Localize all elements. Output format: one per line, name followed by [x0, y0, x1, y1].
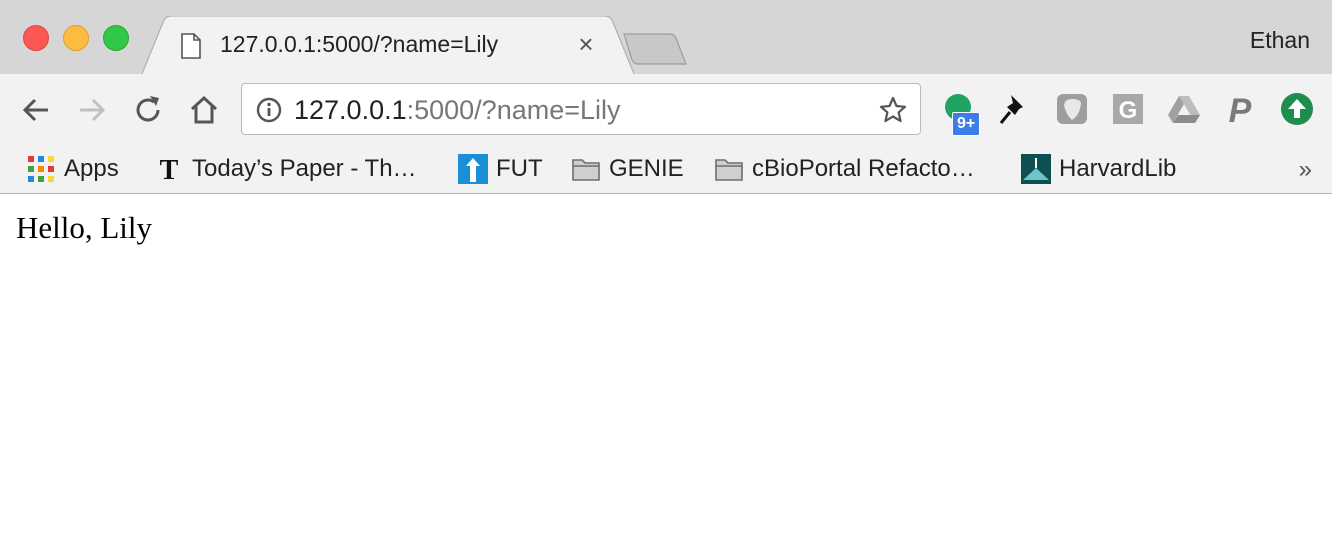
folder-icon [572, 159, 600, 181]
address-bar[interactable]: 127.0.0.1:5000/?name=Lily [241, 83, 921, 135]
window-minimize-button[interactable] [63, 25, 89, 51]
url-host: 127.0.0.1 [294, 95, 407, 125]
tab-strip: 127.0.0.1:5000/?name=Lily × Ethan [0, 0, 1332, 74]
bookmark-label: GENIE [609, 155, 684, 182]
greeting-text: Hello, Lily [16, 210, 153, 245]
fut-icon [458, 154, 488, 184]
back-button[interactable] [18, 92, 54, 128]
home-button[interactable] [186, 92, 222, 128]
star-icon[interactable] [878, 95, 908, 125]
p-letter-icon: P [1229, 92, 1252, 130]
upload-arrow-icon [1281, 93, 1313, 125]
reload-icon [136, 96, 160, 122]
extension-p[interactable]: P [1222, 91, 1258, 130]
tab-title: 127.0.0.1:5000/?name=Lily [220, 31, 499, 57]
home-icon [190, 95, 218, 124]
bookmark-harvardlib[interactable]: HarvardLib [1021, 150, 1176, 188]
bookmark-fut[interactable]: FUT [458, 150, 543, 188]
svg-text:T: T [160, 155, 179, 184]
window-maximize-button[interactable] [103, 25, 129, 51]
apps-grid-icon [28, 156, 54, 182]
browser-chrome: 127.0.0.1:5000/?name=Lily × Ethan 127.0.… [0, 0, 1332, 194]
page-icon [181, 33, 201, 59]
window-close-button[interactable] [23, 25, 49, 51]
forward-button[interactable] [74, 92, 110, 128]
tab-active[interactable]: 127.0.0.1:5000/?name=Lily × [142, 16, 634, 74]
toolbar: 127.0.0.1:5000/?name=Lily G P 9+ [0, 74, 1332, 146]
extension-pin[interactable] [997, 91, 1033, 127]
bookmark-genie-folder[interactable]: GENIE [571, 150, 684, 188]
extension-grammarly[interactable]: G [1110, 91, 1146, 127]
url-text[interactable]: 127.0.0.1:5000/?name=Lily [294, 95, 621, 126]
profile-name[interactable]: Ethan [1250, 27, 1310, 54]
pushpin-icon [999, 95, 1023, 124]
close-icon[interactable]: × [572, 30, 600, 58]
bookmark-apps[interactable]: Apps [26, 150, 119, 188]
bookmark-label: HarvardLib [1059, 155, 1177, 182]
extension-shield[interactable] [1054, 91, 1090, 127]
svg-text:P: P [1229, 92, 1252, 127]
url-path: :5000/?name=Lily [406, 95, 621, 125]
shield-icon [1057, 94, 1087, 124]
bookmark-cbioportal-folder[interactable]: cBioPortal Refacto… [714, 150, 975, 188]
page-content: Hello, Lily [0, 194, 1332, 544]
bookmarks-bar: Apps T Today’s Paper - Th… FUT GENIE cBi… [0, 146, 1332, 192]
nyt-icon: T [160, 155, 179, 184]
extension-badge: 9+ [952, 112, 981, 136]
bookmark-label: Today’s Paper - Th… [192, 155, 417, 182]
bookmark-todays-paper[interactable]: T Today’s Paper - Th… [154, 150, 417, 188]
info-icon[interactable] [256, 97, 282, 123]
bookmarks-overflow-button[interactable]: » [1299, 156, 1312, 184]
bookmark-label: cBioPortal Refacto… [752, 155, 975, 182]
reload-button[interactable] [130, 92, 166, 128]
back-arrow-icon [22, 98, 48, 122]
extension-upload[interactable] [1279, 91, 1315, 127]
new-tab-button[interactable] [620, 32, 690, 66]
folder-icon [715, 159, 743, 181]
bookmark-label: FUT [496, 155, 543, 182]
bookmark-label: Apps [64, 155, 119, 182]
forward-arrow-icon [80, 98, 106, 122]
extension-drive[interactable] [1166, 91, 1202, 127]
drive-icon [1168, 96, 1200, 123]
svg-text:G: G [1119, 97, 1138, 124]
harvardlib-icon [1021, 154, 1051, 184]
g-letter-icon: G [1113, 94, 1143, 124]
